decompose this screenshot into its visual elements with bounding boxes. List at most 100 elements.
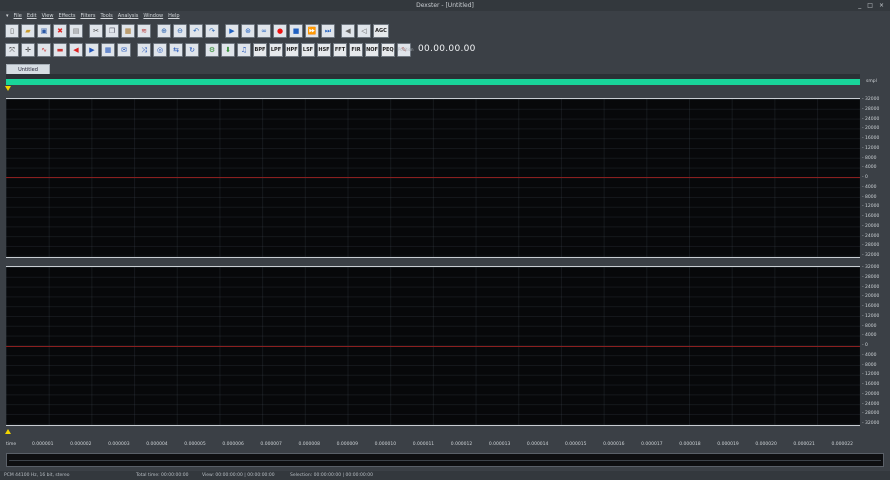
amplitude-tick: - 4000 bbox=[862, 352, 877, 358]
app-window: Dexster - [Untitled] _ □ × ▾ File Edit V… bbox=[0, 0, 890, 480]
status-selection: Selection: 00:00:00:00 | 00:00:00:00 bbox=[290, 473, 373, 478]
zoom-in-icon[interactable]: ⊕ bbox=[157, 24, 171, 38]
zero-line bbox=[6, 346, 860, 347]
close-icon[interactable]: ✖ bbox=[53, 24, 67, 38]
waveform-channel-left[interactable] bbox=[6, 98, 860, 258]
filter-hpf-button[interactable]: HPF bbox=[285, 43, 299, 57]
record-icon[interactable]: ● bbox=[273, 24, 287, 38]
menu-file[interactable]: File bbox=[14, 11, 22, 21]
filter-lpf-button[interactable]: LPF bbox=[269, 43, 283, 57]
amplitude-tick: - 4000 bbox=[862, 165, 877, 171]
amplitude-tick: - 8000 bbox=[862, 323, 877, 329]
volume-up-icon[interactable]: ◁ bbox=[357, 24, 371, 38]
waveform-channel-right[interactable] bbox=[6, 266, 860, 426]
status-view: View: 00:00:00:00 | 00:00:00:00 bbox=[202, 473, 275, 478]
amplitude-tick: - 28000 bbox=[862, 106, 880, 112]
amplitude-tick: - 24000 bbox=[862, 116, 880, 122]
zoom-out-icon[interactable]: ⊖ bbox=[173, 24, 187, 38]
amplitude-tick: - 8000 bbox=[862, 362, 877, 368]
flat-icon[interactable]: ▬ bbox=[53, 43, 67, 57]
volume-down-icon[interactable]: ◀ bbox=[341, 24, 355, 38]
filter-hsf-button[interactable]: HSF bbox=[317, 43, 331, 57]
stop-icon[interactable]: ■ bbox=[289, 24, 303, 38]
start-marker-icon[interactable] bbox=[5, 86, 11, 91]
open-icon[interactable]: ▰ bbox=[21, 24, 35, 38]
filter-lsf-button[interactable]: LSF bbox=[301, 43, 315, 57]
reverse-icon[interactable]: ⇆ bbox=[169, 43, 183, 57]
filter-fft-button[interactable]: FFT bbox=[333, 43, 347, 57]
music-icon[interactable]: ♫ bbox=[237, 43, 251, 57]
time-tick: 0.000002 bbox=[70, 442, 92, 447]
menu-help[interactable]: Help bbox=[168, 11, 179, 21]
agc-button[interactable]: AGC bbox=[373, 24, 389, 38]
redo-icon[interactable]: ↷ bbox=[205, 24, 219, 38]
waveform-icon[interactable]: ∿ bbox=[37, 43, 51, 57]
time-tick: 0.000008 bbox=[298, 442, 320, 447]
amplitude-tick: - 12000 bbox=[862, 145, 880, 151]
zoom-fit-icon[interactable]: ⤧ bbox=[5, 43, 19, 57]
voice-icon[interactable]: ⚙ bbox=[205, 43, 219, 57]
time-display-label: Position bbox=[398, 47, 414, 52]
paste-icon[interactable]: ▦ bbox=[121, 24, 135, 38]
loop-icon[interactable]: ∞ bbox=[257, 24, 271, 38]
amplitude-tick: - 28000 bbox=[862, 274, 880, 280]
amplitude-tick: - 8000 bbox=[862, 155, 877, 161]
tab-untitled[interactable]: Untitled bbox=[6, 64, 50, 74]
filter-nof-button[interactable]: NOF bbox=[365, 43, 379, 57]
play-loop-icon[interactable]: ⊛ bbox=[241, 24, 255, 38]
forward-icon[interactable]: ⏩ bbox=[305, 24, 319, 38]
amplitude-tick: - 8000 bbox=[862, 194, 877, 200]
selection-ruler[interactable] bbox=[6, 79, 860, 85]
menu-effects[interactable]: Effects bbox=[58, 11, 75, 21]
filter-peq-button[interactable]: PEQ bbox=[381, 43, 395, 57]
zoom-sel-icon[interactable]: ✛ bbox=[21, 43, 35, 57]
end-icon[interactable]: ⏭ bbox=[321, 24, 335, 38]
app-menu-icon[interactable]: ▾ bbox=[6, 11, 9, 21]
amplitude-tick: - 20000 bbox=[862, 223, 880, 229]
mix-paste-icon[interactable]: ≋ bbox=[137, 24, 151, 38]
menu-tools[interactable]: Tools bbox=[100, 11, 112, 21]
amplitude-tick: - 32000 bbox=[862, 421, 880, 426]
undo-icon[interactable]: ↶ bbox=[189, 24, 203, 38]
time-tick: 0.000017 bbox=[641, 442, 663, 447]
menu-bar: ▾ File Edit View Effects Filters Tools A… bbox=[0, 11, 890, 21]
filter-fir-button[interactable]: FIR bbox=[349, 43, 363, 57]
amplitude-tick: - 24000 bbox=[862, 401, 880, 407]
play-icon[interactable]: ▶ bbox=[225, 24, 239, 38]
time-axis-unit: time bbox=[6, 442, 17, 447]
shuffle-icon[interactable]: ⤨ bbox=[137, 43, 151, 57]
time-tick: 0.000013 bbox=[488, 442, 511, 447]
end-marker-icon[interactable] bbox=[5, 429, 11, 434]
amplitude-tick: - 16000 bbox=[862, 304, 880, 309]
menu-edit[interactable]: Edit bbox=[27, 11, 37, 21]
menu-view[interactable]: View bbox=[42, 11, 54, 21]
amplitude-tick: - 20000 bbox=[862, 391, 880, 397]
menu-window[interactable]: Window bbox=[143, 11, 163, 21]
amplitude-tick: - 32000 bbox=[862, 265, 880, 270]
filter-bpf-button[interactable]: BPF bbox=[253, 43, 267, 57]
new-icon[interactable]: ▯ bbox=[5, 24, 19, 38]
rotate-icon[interactable]: ↻ bbox=[185, 43, 199, 57]
status-bar: PCM 44100 Hz, 16 bit, stereo Total time:… bbox=[0, 471, 890, 480]
menu-filters[interactable]: Filters bbox=[80, 11, 95, 21]
echo-icon[interactable]: ◎ bbox=[153, 43, 167, 57]
clipboard-icon[interactable]: ▤ bbox=[69, 24, 83, 38]
overview-bar[interactable] bbox=[6, 453, 884, 467]
save-icon[interactable]: ▣ bbox=[37, 24, 51, 38]
fade-out-icon[interactable]: ▶ bbox=[85, 43, 99, 57]
email-icon[interactable]: ✉ bbox=[117, 43, 131, 57]
record-voice-icon[interactable]: ⬇ bbox=[221, 43, 235, 57]
minimize-button[interactable]: _ bbox=[858, 0, 861, 11]
grid bbox=[6, 99, 860, 257]
copy-icon[interactable]: ❐ bbox=[105, 24, 119, 38]
menu-analysis[interactable]: Analysis bbox=[118, 11, 139, 21]
time-tick: 0.000009 bbox=[336, 442, 359, 447]
maximize-button[interactable]: □ bbox=[867, 0, 873, 11]
amplitude-tick: - 4000 bbox=[862, 333, 877, 339]
close-window-button[interactable]: × bbox=[879, 0, 884, 11]
grid-icon[interactable]: ▦ bbox=[101, 43, 115, 57]
amplitude-tick: - 12000 bbox=[862, 372, 880, 378]
fade-in-icon[interactable]: ◀ bbox=[69, 43, 83, 57]
amplitude-tick: - 28000 bbox=[862, 411, 880, 417]
cut-icon[interactable]: ✂ bbox=[89, 24, 103, 38]
